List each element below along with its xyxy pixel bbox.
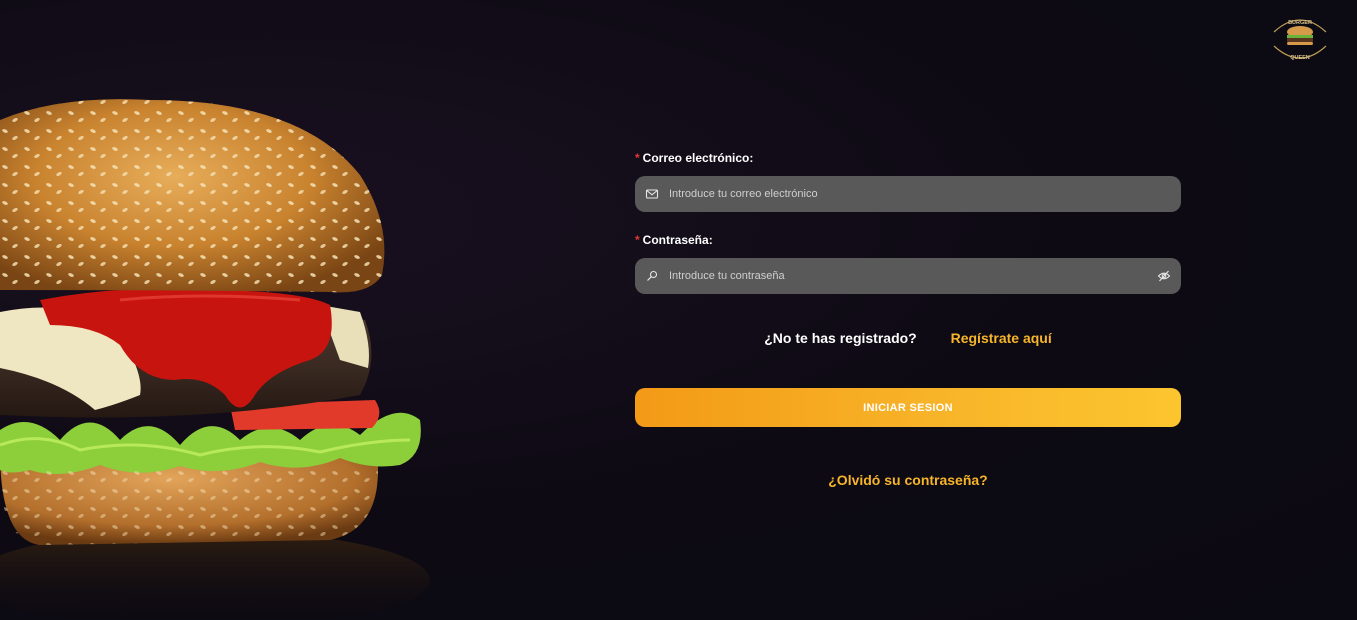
login-form: *Correo electrónico: *Contraseña: [635,150,1181,488]
password-label-text: Contraseña: [642,233,713,247]
register-link[interactable]: Regístrate aquí [951,330,1052,346]
password-input[interactable] [669,258,1139,294]
eye-off-icon[interactable] [1157,269,1171,283]
required-mark: * [635,233,640,247]
required-mark: * [635,151,640,165]
register-question: ¿No te has registrado? [764,330,917,346]
svg-text:QUEEN: QUEEN [1290,55,1310,61]
login-button[interactable]: INICIAR SESION [635,388,1181,427]
password-field [635,258,1181,294]
key-icon [647,270,658,281]
svg-text:BURGER: BURGER [1288,20,1312,26]
register-row: ¿No te has registrado? Regístrate aquí [635,330,1181,350]
burger-queen-logo: BURGER QUEEN [1270,10,1330,68]
password-label: * Contraseña: [635,232,1181,248]
email-label: * Correo electrónico: [635,150,1181,166]
login-page: BURGER QUEEN *Correo electrónico: *Contr… [0,0,1357,620]
forgot-password-link[interactable]: ¿Olvidó su contraseña? [828,472,987,488]
email-field [635,176,1181,212]
email-label-text: Correo electrónico: [642,151,754,165]
burger-image [0,99,430,620]
mail-icon [645,189,659,199]
forgot-password-row: ¿Olvidó su contraseña? [635,472,1181,488]
email-input[interactable] [669,176,1139,212]
